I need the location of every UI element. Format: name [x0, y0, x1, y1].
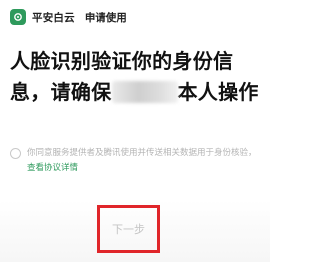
next-button-highlight: 下一步	[97, 205, 160, 253]
next-button[interactable]: 下一步	[112, 221, 145, 237]
headline-text-end: 本人操作	[177, 80, 259, 104]
app-name: 平安白云	[32, 11, 75, 24]
consent-radio[interactable]	[10, 148, 21, 159]
redacted-name	[111, 81, 178, 103]
app-logo-icon	[10, 9, 26, 25]
consent-statement: 你同意服务提供者及腾讯使用并传送相关数据用于身份核验，	[27, 148, 257, 158]
consent-text: 你同意服务提供者及腾讯使用并传送相关数据用于身份核验， 查看协议详情	[27, 146, 262, 176]
agreement-link[interactable]: 查看协议详情	[27, 163, 78, 173]
page-title: 人脸识别验证你的身份信息，请确保 本人操作	[10, 46, 264, 108]
auth-page: 平安白云 申请使用 人脸识别验证你的身份信息，请确保 本人操作 你同意服务提供者及…	[0, 0, 270, 262]
app-subtitle: 申请使用	[84, 11, 127, 24]
consent-row: 你同意服务提供者及腾讯使用并传送相关数据用于身份核验， 查看协议详情	[10, 146, 262, 176]
app-header: 平安白云 申请使用	[10, 9, 127, 25]
